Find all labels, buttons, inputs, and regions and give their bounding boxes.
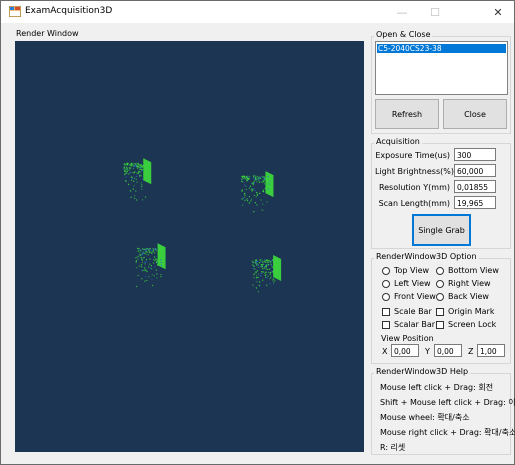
resolution-input[interactable]: 0,01855: [454, 180, 496, 193]
close-icon: ✕: [493, 5, 503, 19]
radio-circle-icon[interactable]: [436, 292, 444, 301]
check-scale-bar[interactable]: Scale Bar: [382, 307, 432, 316]
radio-circle-icon[interactable]: [382, 279, 390, 288]
brightness-label: Light Brightness(%): [375, 167, 454, 176]
checkbox-icon[interactable]: [436, 307, 444, 316]
radio-bottom-view-label: Bottom View: [448, 266, 499, 275]
minimize-icon: —: [396, 5, 408, 19]
check-scale-bar-label: Scale Bar: [394, 307, 432, 316]
y-label: Y: [425, 347, 430, 356]
open-close-title: Open & Close: [374, 30, 433, 39]
maximize-button[interactable]: ☐: [419, 1, 451, 23]
render-option-title: RenderWindow3D Option: [374, 252, 479, 261]
radio-left-view[interactable]: Left View: [382, 279, 431, 288]
radio-circle-icon[interactable]: [436, 279, 444, 288]
help-line-rotate: Mouse left click + Drag: 회전: [380, 383, 494, 392]
scan-length-input[interactable]: 19,965: [454, 196, 496, 209]
radio-back-view[interactable]: Back View: [436, 292, 489, 301]
checkbox-icon[interactable]: [382, 307, 390, 316]
point-cloud-object: [251, 255, 282, 293]
radio-circle-icon[interactable]: [436, 266, 444, 275]
device-list-item[interactable]: C5-2040CS23-38: [377, 44, 506, 53]
scan-length-label: Scan Length(mm): [378, 199, 450, 208]
check-screen-lock-label: Screen Lock: [448, 320, 497, 329]
y-input[interactable]: 0,00: [434, 344, 462, 357]
z-label: Z: [468, 347, 474, 356]
check-scalar-bar-label: Scalar Bar: [394, 320, 436, 329]
close-button[interactable]: Close: [443, 99, 507, 129]
app-window: ExamAcquisition3D — ☐ ✕ Render Window Op…: [0, 0, 515, 465]
check-screen-lock[interactable]: Screen Lock: [436, 320, 496, 329]
maximize-icon: ☐: [430, 5, 440, 19]
single-grab-button[interactable]: Single Grab: [412, 214, 471, 246]
radio-right-view[interactable]: Right View: [436, 279, 491, 288]
resolution-label: Resolution Y(mm): [378, 183, 450, 192]
close-window-button[interactable]: ✕: [482, 1, 514, 23]
radio-front-view[interactable]: Front View: [382, 292, 436, 301]
radio-bottom-view[interactable]: Bottom View: [436, 266, 499, 275]
help-line-right-zoom: Mouse right click + Drag: 확대/축소: [380, 428, 515, 437]
window-title: ExamAcquisition3D: [25, 6, 113, 16]
checkbox-icon[interactable]: [382, 320, 390, 329]
point-cloud-object: [123, 158, 152, 201]
device-listbox[interactable]: C5-2040CS23-38: [375, 41, 508, 95]
radio-top-view[interactable]: Top View: [382, 266, 429, 275]
exposure-input[interactable]: 300: [454, 148, 496, 161]
radio-left-view-label: Left View: [394, 279, 431, 288]
render-window-label: Render Window: [16, 29, 79, 38]
help-line-reset: R: 리셋: [380, 443, 406, 452]
view-position-label: View Position: [381, 334, 434, 343]
point-cloud-object: [241, 171, 274, 213]
app-icon: [9, 6, 21, 17]
brightness-input[interactable]: 60,000: [454, 164, 496, 177]
render-window-canvas[interactable]: [15, 41, 364, 452]
x-input[interactable]: 0,00: [391, 344, 419, 357]
minimize-button[interactable]: —: [386, 1, 418, 23]
acquisition-title: Acquisition: [374, 137, 422, 146]
exposure-label: Exposure Time(us): [375, 151, 450, 160]
help-line-pan: Shift + Mouse left click + Drag: 이동: [380, 398, 515, 407]
radio-top-view-label: Top View: [394, 266, 430, 275]
point-cloud-object: [135, 243, 166, 288]
radio-circle-icon[interactable]: [382, 266, 390, 275]
point-cloud-view: [123, 158, 282, 293]
radio-right-view-label: Right View: [448, 279, 491, 288]
check-origin-mark[interactable]: Origin Mark: [436, 307, 494, 316]
check-origin-mark-label: Origin Mark: [448, 307, 495, 316]
title-bar[interactable]: ExamAcquisition3D — ☐ ✕: [1, 1, 514, 23]
radio-back-view-label: Back View: [448, 292, 489, 301]
radio-circle-icon[interactable]: [382, 292, 390, 301]
refresh-button[interactable]: Refresh: [375, 99, 439, 129]
radio-front-view-label: Front View: [394, 292, 436, 301]
checkbox-icon[interactable]: [436, 320, 444, 329]
x-label: X: [382, 347, 388, 356]
z-input[interactable]: 1,00: [477, 344, 505, 357]
help-line-wheel-zoom: Mouse wheel: 확대/축소: [380, 413, 470, 422]
check-scalar-bar[interactable]: Scalar Bar: [382, 320, 435, 329]
help-title: RenderWindow3D Help: [374, 367, 471, 376]
